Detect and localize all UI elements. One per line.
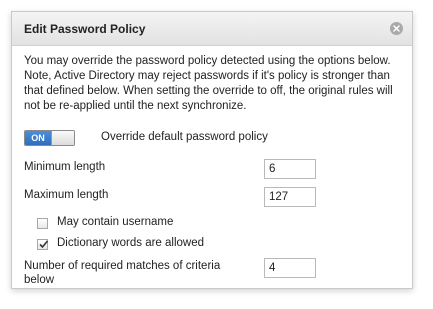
maximum-length-input[interactable]: [264, 187, 316, 207]
override-label: Override default password policy: [101, 131, 268, 143]
policy-description: You may override the password policy det…: [24, 55, 393, 112]
toggle-knob: [51, 131, 74, 145]
toggle-on-label: ON: [25, 131, 51, 145]
required-matches-input[interactable]: [264, 258, 316, 278]
required-matches-label: Number of required matches of criteria b…: [24, 260, 221, 286]
maximum-length-label: Maximum length: [24, 189, 109, 201]
may-contain-username-label: May contain username: [57, 216, 174, 228]
dictionary-words-checkbox[interactable]: [37, 239, 49, 250]
edit-password-policy-dialog: Edit Password Policy You may override th…: [11, 11, 413, 289]
checkmark-icon: [39, 240, 49, 249]
dialog-titlebar: Edit Password Policy: [12, 12, 412, 46]
minimum-length-input[interactable]: [264, 159, 316, 179]
close-button[interactable]: [390, 22, 403, 35]
dictionary-words-label: Dictionary words are allowed: [57, 237, 205, 249]
close-icon: [393, 25, 400, 32]
minimum-length-label: Minimum length: [24, 161, 106, 173]
override-toggle[interactable]: ON: [24, 130, 75, 146]
dialog-title: Edit Password Policy: [24, 22, 146, 36]
may-contain-username-checkbox[interactable]: [37, 218, 48, 229]
